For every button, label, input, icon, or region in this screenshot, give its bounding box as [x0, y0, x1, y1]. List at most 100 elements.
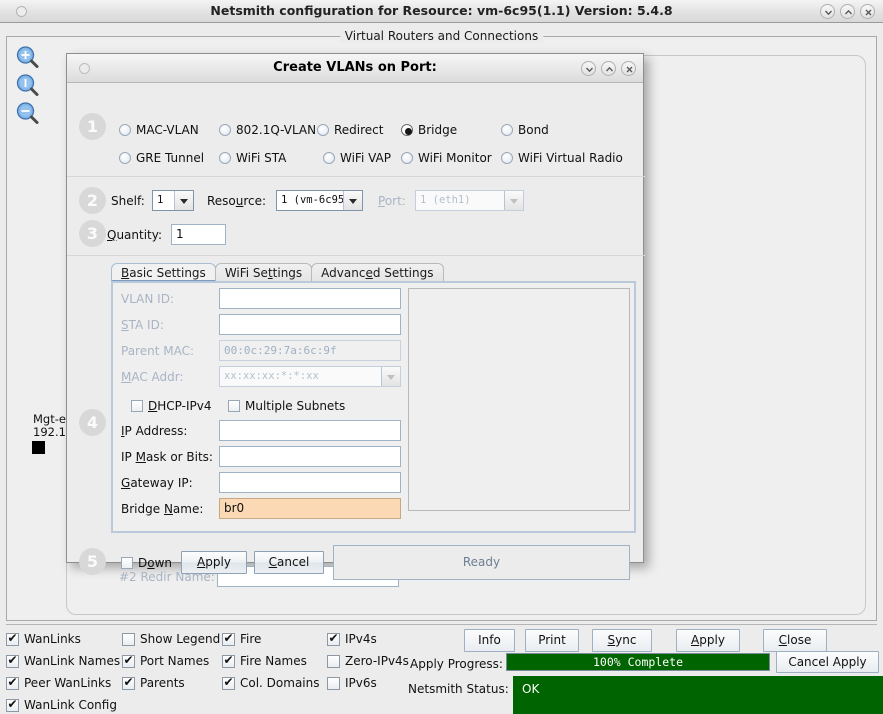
canvas-node-marker[interactable] — [32, 441, 45, 454]
checkbox-wanlinks[interactable]: WanLinks — [6, 631, 81, 646]
window-controls — [820, 4, 875, 19]
checkbox-box — [228, 400, 240, 412]
window-minimize-icon[interactable] — [820, 4, 835, 19]
divider — [67, 176, 645, 177]
step-badge-3: 3 — [79, 220, 106, 247]
radio-label: WiFi STA — [236, 151, 287, 165]
dialog-status-bar: Ready — [333, 545, 630, 580]
radio-mac-vlan[interactable]: MAC-VLAN — [119, 123, 199, 137]
dialog-cancel-button[interactable]: Cancel — [254, 551, 324, 574]
checkbox-box — [6, 675, 19, 690]
info-button[interactable]: Info — [464, 629, 515, 652]
radio-mark — [501, 124, 513, 136]
dialog-maximize-icon[interactable] — [601, 61, 616, 76]
cancel-apply-button[interactable]: Cancel Apply — [776, 651, 879, 673]
zoom-out-icon[interactable] — [15, 101, 41, 127]
zoom-actual-size-icon[interactable] — [15, 73, 41, 99]
apply-progress-label: Apply Progress: — [410, 657, 503, 671]
checkbox-col-domains[interactable]: Col. Domains — [222, 675, 320, 690]
radio-mark — [401, 124, 413, 136]
window-title: Netsmith configuration for Resource: vm-… — [210, 3, 673, 18]
dialog-close-icon[interactable] — [621, 61, 636, 76]
checkbox-parents[interactable]: Parents — [122, 675, 185, 690]
step-badge-1: 1 — [79, 113, 106, 140]
dialog-apply-button[interactable]: Apply — [181, 551, 247, 574]
resource-combo[interactable]: 1 (vm-6c95) — [276, 190, 363, 211]
checkbox-label: Down — [138, 556, 173, 570]
checkbox-ipv4s[interactable]: IPv4s — [327, 631, 377, 646]
port-label: Port: — [378, 194, 406, 208]
checkbox-wanlink-names[interactable]: WanLink Names — [6, 653, 120, 668]
divider — [67, 255, 645, 256]
checkbox-ipv6s[interactable]: IPv6s — [327, 676, 377, 690]
radio-mark — [219, 152, 231, 164]
netsmith-window: Netsmith configuration for Resource: vm-… — [0, 0, 883, 714]
radio-wifi-vap[interactable]: WiFi VAP — [323, 151, 391, 165]
close-button[interactable]: Close — [763, 629, 827, 652]
checkbox-fire[interactable]: Fire — [222, 631, 262, 646]
checkbox-box — [6, 653, 19, 668]
radio-mark — [323, 152, 335, 164]
checkbox-box — [122, 632, 135, 646]
radio-bridge[interactable]: Bridge — [401, 123, 457, 137]
checkbox-box — [327, 654, 340, 668]
radio-bond[interactable]: Bond — [501, 123, 549, 137]
netsmith-status-box: OK — [513, 676, 883, 714]
checkbox-label: Zero-IPv4s — [345, 654, 409, 668]
tab-advanced-settings[interactable]: Advanced Settings — [311, 263, 444, 282]
checkbox-peer-wanlinks[interactable]: Peer WanLinks — [6, 675, 111, 690]
checkbox-dhcp-ipv4[interactable]: DHCP-IPv4 — [131, 399, 211, 413]
window-close-icon[interactable] — [860, 4, 875, 19]
sync-button[interactable]: Sync — [592, 629, 652, 652]
ip-mask-input[interactable] — [219, 446, 401, 467]
basic-settings-panel: VLAN ID: STA ID: Parent MAC: 00:0c:29:7a… — [111, 281, 636, 533]
checkbox-box — [222, 631, 235, 646]
settings-tabstrip: Basic Settings WiFi Settings Advanced Se… — [111, 263, 444, 282]
checkbox-fire-names[interactable]: Fire Names — [222, 653, 307, 668]
checkbox-wanlink-config[interactable]: WanLink Config — [6, 697, 117, 712]
checkbox-label: Fire — [240, 632, 262, 646]
window-titlebar: Netsmith configuration for Resource: vm-… — [0, 0, 883, 23]
canvas-node-label: Mgt-et 192.1( — [33, 413, 70, 439]
shelf-value: 1 — [157, 194, 164, 206]
sta-id-input[interactable] — [219, 314, 401, 335]
bridge-name-input[interactable]: br0 — [219, 498, 401, 519]
zoom-in-icon[interactable] — [15, 45, 41, 71]
radio-wifi-sta[interactable]: WiFi STA — [219, 151, 286, 165]
checkbox-zero-ipv4s[interactable]: Zero-IPv4s — [327, 654, 409, 668]
shelf-combo[interactable]: 1 — [152, 190, 194, 211]
vlan-id-input[interactable] — [219, 288, 401, 309]
checkbox-show-legend[interactable]: Show Legend — [122, 632, 220, 646]
parent-mac-label: Parent MAC: — [121, 344, 195, 358]
netsmith-status-label: Netsmith Status: — [408, 682, 509, 696]
tab-wifi-settings[interactable]: WiFi Settings — [214, 263, 313, 282]
radio-wifi-monitor[interactable]: WiFi Monitor — [401, 151, 492, 165]
dialog-minimize-icon[interactable] — [581, 61, 596, 76]
checkbox-label: IPv4s — [345, 632, 377, 646]
checkbox-label: Col. Domains — [240, 676, 320, 690]
shelf-label: Shelf: — [111, 194, 145, 208]
settings-detail-pane[interactable] — [408, 288, 630, 511]
radio-redirect[interactable]: Redirect — [317, 123, 384, 137]
mac-addr-combo[interactable]: xx:xx:xx:*:*:xx — [219, 366, 401, 387]
ip-address-input[interactable] — [219, 420, 401, 441]
window-maximize-icon[interactable] — [840, 4, 855, 19]
quantity-input[interactable]: 1 — [171, 224, 226, 245]
checkbox-port-names[interactable]: Port Names — [122, 653, 209, 668]
print-button[interactable]: Print — [525, 629, 579, 652]
apply-button[interactable]: Apply — [676, 629, 740, 652]
radio-wifi-virtual-radio[interactable]: WiFi Virtual Radio — [501, 151, 623, 165]
radio-802-1q-vlan[interactable]: 802.1Q-VLAN — [219, 123, 316, 137]
mac-addr-label: MAC Addr: — [121, 370, 184, 384]
checkbox-down[interactable]: Down — [121, 556, 172, 570]
tab-basic-settings[interactable]: Basic Settings — [111, 263, 216, 282]
radio-gre-tunnel[interactable]: GRE Tunnel — [119, 151, 204, 165]
radio-mark — [317, 124, 329, 136]
apply-progress-bar: 100% Complete — [506, 653, 770, 671]
checkbox-multiple-subnets[interactable]: Multiple Subnets — [228, 399, 345, 413]
zoom-toolbar — [15, 45, 45, 129]
canvas-node-ip: 192.1( — [33, 425, 71, 439]
gateway-ip-input[interactable] — [219, 472, 401, 493]
radio-label: WiFi VAP — [340, 151, 391, 165]
chevron-down-icon — [343, 191, 362, 210]
